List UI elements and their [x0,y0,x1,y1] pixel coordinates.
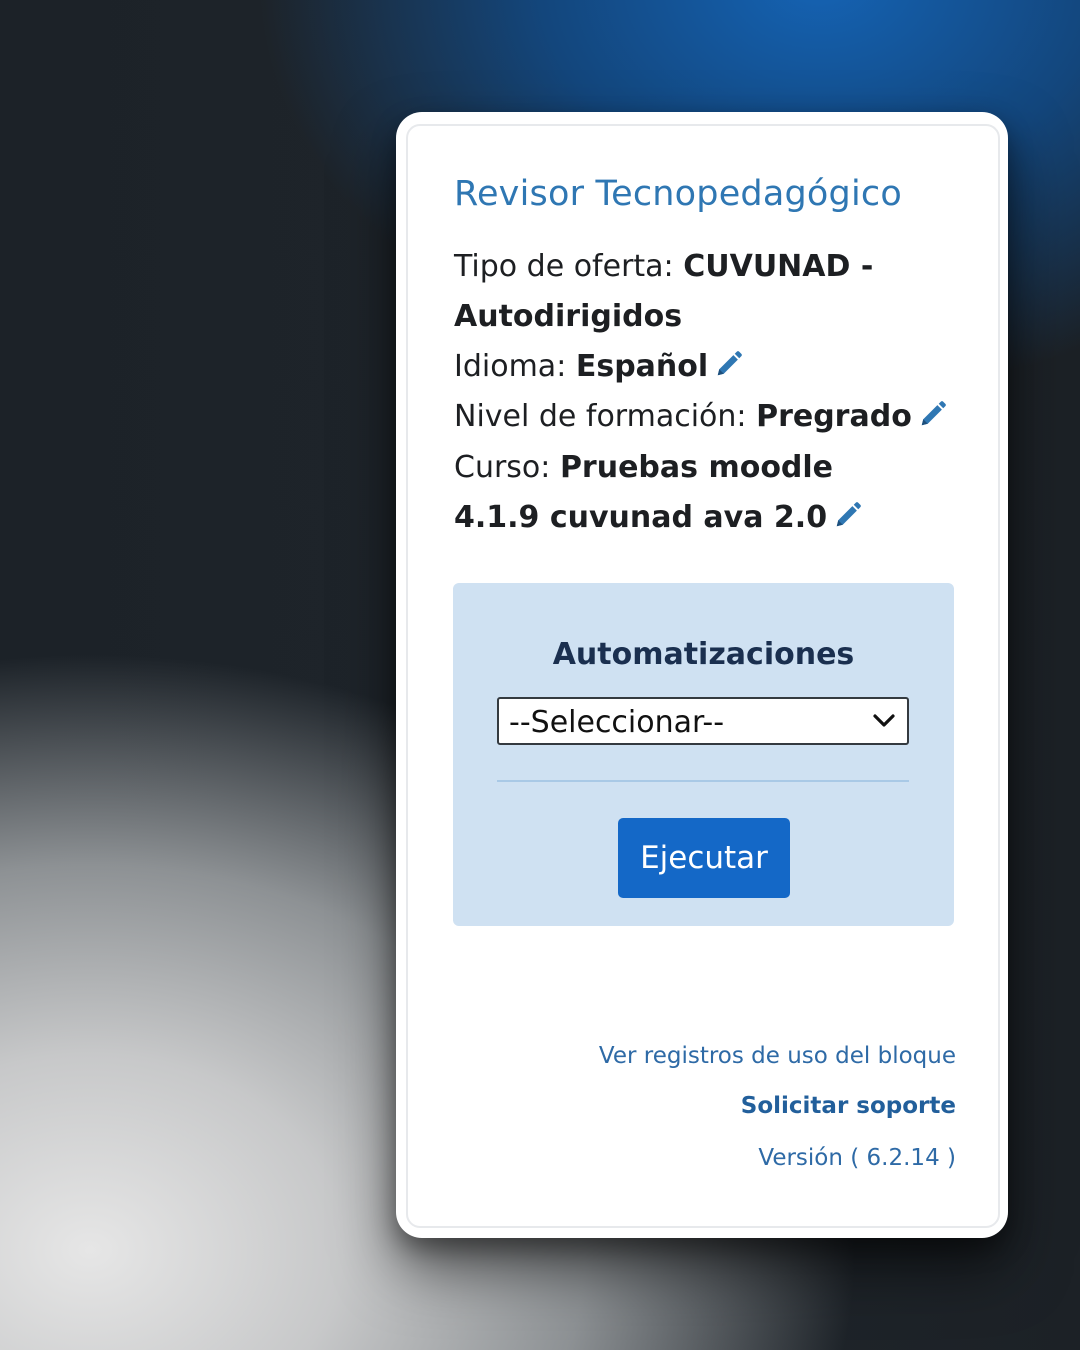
automation-select-value: --Seleccionar-- [509,705,725,740]
run-button[interactable]: Ejecutar [618,818,790,898]
automation-select[interactable]: --Seleccionar-- [497,697,909,745]
version-text: Versión ( 6.2.14 ) [758,1145,956,1171]
chevron-down-icon [873,714,895,727]
block-title: Revisor Tecnopedagógico [454,174,902,214]
level-label: Nivel de formación: [454,399,757,434]
request-support-link[interactable]: Solicitar soporte [741,1093,956,1119]
level-row: Nivel de formación: Pregrado [454,392,954,442]
offer-type-label: Tipo de oferta: [454,249,684,284]
course-label: Curso: [454,450,560,485]
course-row: Curso: Pruebas moodle 4.1.9 cuvunad ava … [454,443,924,543]
level-value: Pregrado [756,399,912,434]
language-value: Español [575,349,709,384]
panel-divider [497,780,909,782]
language-label: Idioma: [454,349,576,384]
language-row: Idioma: Español [454,342,954,392]
offer-type-row: Tipo de oferta: CUVUNAD - Autodirigidos [454,242,954,342]
automations-panel: Automatizaciones --Seleccionar-- Ejecuta… [453,583,954,926]
pencil-icon[interactable] [833,496,863,527]
pencil-icon[interactable] [918,395,948,426]
usage-logs-link[interactable]: Ver registros de uso del bloque [599,1043,956,1069]
pencil-icon[interactable] [714,345,744,376]
automations-title: Automatizaciones [552,637,855,672]
